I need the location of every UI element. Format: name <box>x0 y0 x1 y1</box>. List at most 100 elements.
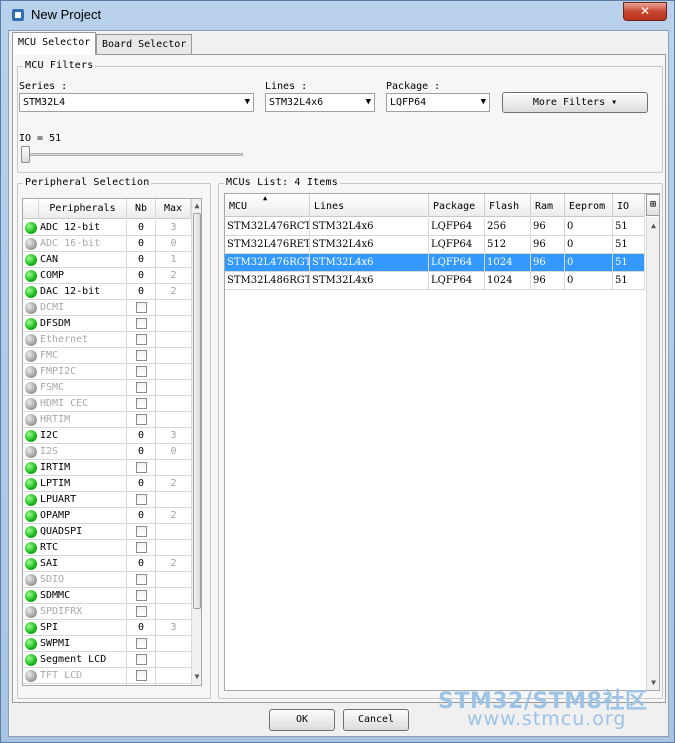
column-max[interactable]: Max <box>156 199 191 219</box>
peripheral-checkbox-cell[interactable] <box>127 524 156 540</box>
peripheral-nb-spinner[interactable]: 0 <box>127 684 156 685</box>
tab-mcu-selector[interactable]: MCU Selector <box>12 32 97 55</box>
peripheral-row[interactable]: I2C 0 3 <box>23 428 191 444</box>
package-select[interactable]: LQFP64 ▼ <box>386 93 490 112</box>
mcu-scrollbar[interactable]: ▲ ▼ <box>646 217 659 690</box>
column-flash[interactable]: Flash <box>485 194 531 217</box>
peripheral-checkbox-cell[interactable] <box>127 332 156 348</box>
peripheral-checkbox-cell[interactable] <box>127 636 156 652</box>
peripheral-row[interactable]: Segment LCD <box>23 652 191 668</box>
peripheral-row[interactable]: DFSDM <box>23 316 191 332</box>
peripheral-row[interactable]: TFT LCD <box>23 668 191 684</box>
peripheral-checkbox[interactable] <box>136 382 147 393</box>
peripheral-checkbox-cell[interactable] <box>127 300 156 316</box>
peripheral-row[interactable]: HDMI CEC <box>23 396 191 412</box>
peripheral-nb-spinner[interactable]: 0 <box>127 620 156 636</box>
column-io[interactable]: IO <box>613 194 645 217</box>
peripheral-checkbox-cell[interactable] <box>127 364 156 380</box>
peripheral-checkbox-cell[interactable] <box>127 316 156 332</box>
column-peripherals[interactable]: Peripherals <box>39 199 127 219</box>
tab-board-selector[interactable]: Board Selector <box>96 34 193 55</box>
peripheral-row[interactable]: DAC 12-bit 0 2 <box>23 284 191 300</box>
peripheral-checkbox[interactable] <box>136 302 147 313</box>
peripheral-checkbox-cell[interactable] <box>127 540 156 556</box>
peripheral-nb-spinner[interactable]: 0 <box>127 284 156 300</box>
peripheral-checkbox[interactable] <box>136 542 147 553</box>
scroll-down-icon[interactable]: ▼ <box>647 678 659 687</box>
peripheral-checkbox[interactable] <box>136 526 147 537</box>
peripheral-checkbox[interactable] <box>136 654 147 665</box>
peripheral-checkbox[interactable] <box>136 398 147 409</box>
column-ram[interactable]: Ram <box>531 194 565 217</box>
peripheral-row[interactable]: FSMC <box>23 380 191 396</box>
peripheral-nb-spinner[interactable]: 0 <box>127 268 156 284</box>
peripheral-nb-spinner[interactable]: 0 <box>127 444 156 460</box>
peripheral-checkbox[interactable] <box>136 334 147 345</box>
peripheral-row[interactable]: SPDIFRX <box>23 604 191 620</box>
peripheral-checkbox-cell[interactable] <box>127 380 156 396</box>
peripheral-checkbox[interactable] <box>136 574 147 585</box>
peripheral-nb-spinner[interactable]: 0 <box>127 220 156 236</box>
peripheral-row[interactable]: SDIO <box>23 572 191 588</box>
peripheral-row[interactable]: COMP 0 2 <box>23 268 191 284</box>
peripheral-row[interactable]: SAI 0 2 <box>23 556 191 572</box>
peripheral-checkbox[interactable] <box>136 670 147 681</box>
peripheral-checkbox-cell[interactable] <box>127 396 156 412</box>
peripheral-row[interactable]: HRTIM <box>23 412 191 428</box>
scroll-up-icon[interactable]: ▲ <box>647 221 659 230</box>
column-mcu[interactable]: MCU ▲ <box>225 194 310 217</box>
scroll-down-icon[interactable]: ▼ <box>192 672 201 681</box>
peripheral-row[interactable]: ADC 16-bit 0 0 <box>23 236 191 252</box>
mcu-row[interactable]: STM32L476RCTx STM32L4x6 LQFP64 256 96 0 51 <box>225 218 645 236</box>
peripheral-nb-spinner[interactable]: 0 <box>127 252 156 268</box>
column-lines[interactable]: Lines <box>310 194 429 217</box>
peripheral-row[interactable]: RTC <box>23 540 191 556</box>
cancel-button[interactable]: Cancel <box>343 709 409 731</box>
peripheral-nb-spinner[interactable]: 0 <box>127 476 156 492</box>
peripheral-row[interactable]: QUADSPI <box>23 524 191 540</box>
peripheral-checkbox[interactable] <box>136 462 147 473</box>
peripheral-checkbox-cell[interactable] <box>127 492 156 508</box>
peripheral-checkbox[interactable] <box>136 350 147 361</box>
peripheral-row[interactable]: LPUART <box>23 492 191 508</box>
more-filters-button[interactable]: More Filters ▾ <box>502 92 648 113</box>
lines-select[interactable]: STM32L4x6 ▼ <box>265 93 375 112</box>
peripheral-checkbox-cell[interactable] <box>127 668 156 684</box>
peripheral-checkbox-cell[interactable] <box>127 588 156 604</box>
scroll-up-icon[interactable]: ▲ <box>192 201 201 210</box>
peripheral-nb-spinner[interactable]: 0 <box>127 236 156 252</box>
peripheral-checkbox-cell[interactable] <box>127 348 156 364</box>
mcu-row[interactable]: STM32L486RGTx STM32L4x6 LQFP64 1024 96 0 51 <box>225 272 645 290</box>
peripheral-checkbox[interactable] <box>136 590 147 601</box>
peripheral-row[interactable]: IRTIM <box>23 460 191 476</box>
peripheral-row[interactable]: Timer 16-bit011 <box>23 684 191 685</box>
title-bar[interactable]: New Project ✕ <box>1 1 674 29</box>
column-nb[interactable]: Nb <box>127 199 156 219</box>
peripheral-row[interactable]: SDMMC <box>23 588 191 604</box>
peripheral-row[interactable]: FMC <box>23 348 191 364</box>
peripheral-row[interactable]: SPI 0 3 <box>23 620 191 636</box>
peripheral-row[interactable]: ADC 12-bit 0 3 <box>23 220 191 236</box>
ok-button[interactable]: OK <box>269 709 335 731</box>
peripheral-row[interactable]: CAN 0 1 <box>23 252 191 268</box>
peripheral-checkbox-cell[interactable] <box>127 572 156 588</box>
peripheral-scroll-thumb[interactable] <box>193 213 201 609</box>
mcu-row[interactable]: STM32L476RGTx STM32L4x6 LQFP64 1024 96 0 51 <box>225 254 645 272</box>
series-select[interactable]: STM32L4 ▼ <box>19 93 254 112</box>
peripheral-checkbox-cell[interactable] <box>127 412 156 428</box>
io-slider-thumb[interactable] <box>21 146 30 163</box>
peripheral-nb-spinner[interactable]: 0 <box>127 508 156 524</box>
peripheral-row[interactable]: FMPI2C <box>23 364 191 380</box>
peripheral-checkbox-cell[interactable] <box>127 652 156 668</box>
io-slider-track[interactable] <box>23 153 243 156</box>
peripheral-nb-spinner[interactable]: 0 <box>127 428 156 444</box>
peripheral-checkbox[interactable] <box>136 606 147 617</box>
peripheral-checkbox[interactable] <box>136 414 147 425</box>
peripheral-checkbox[interactable] <box>136 366 147 377</box>
peripheral-row[interactable]: I2S 0 0 <box>23 444 191 460</box>
peripheral-checkbox-cell[interactable] <box>127 604 156 620</box>
peripheral-row[interactable]: LPTIM 0 2 <box>23 476 191 492</box>
peripheral-checkbox[interactable] <box>136 638 147 649</box>
close-button[interactable]: ✕ <box>623 2 667 21</box>
mcu-row[interactable]: STM32L476RETx STM32L4x6 LQFP64 512 96 0 51 <box>225 236 645 254</box>
